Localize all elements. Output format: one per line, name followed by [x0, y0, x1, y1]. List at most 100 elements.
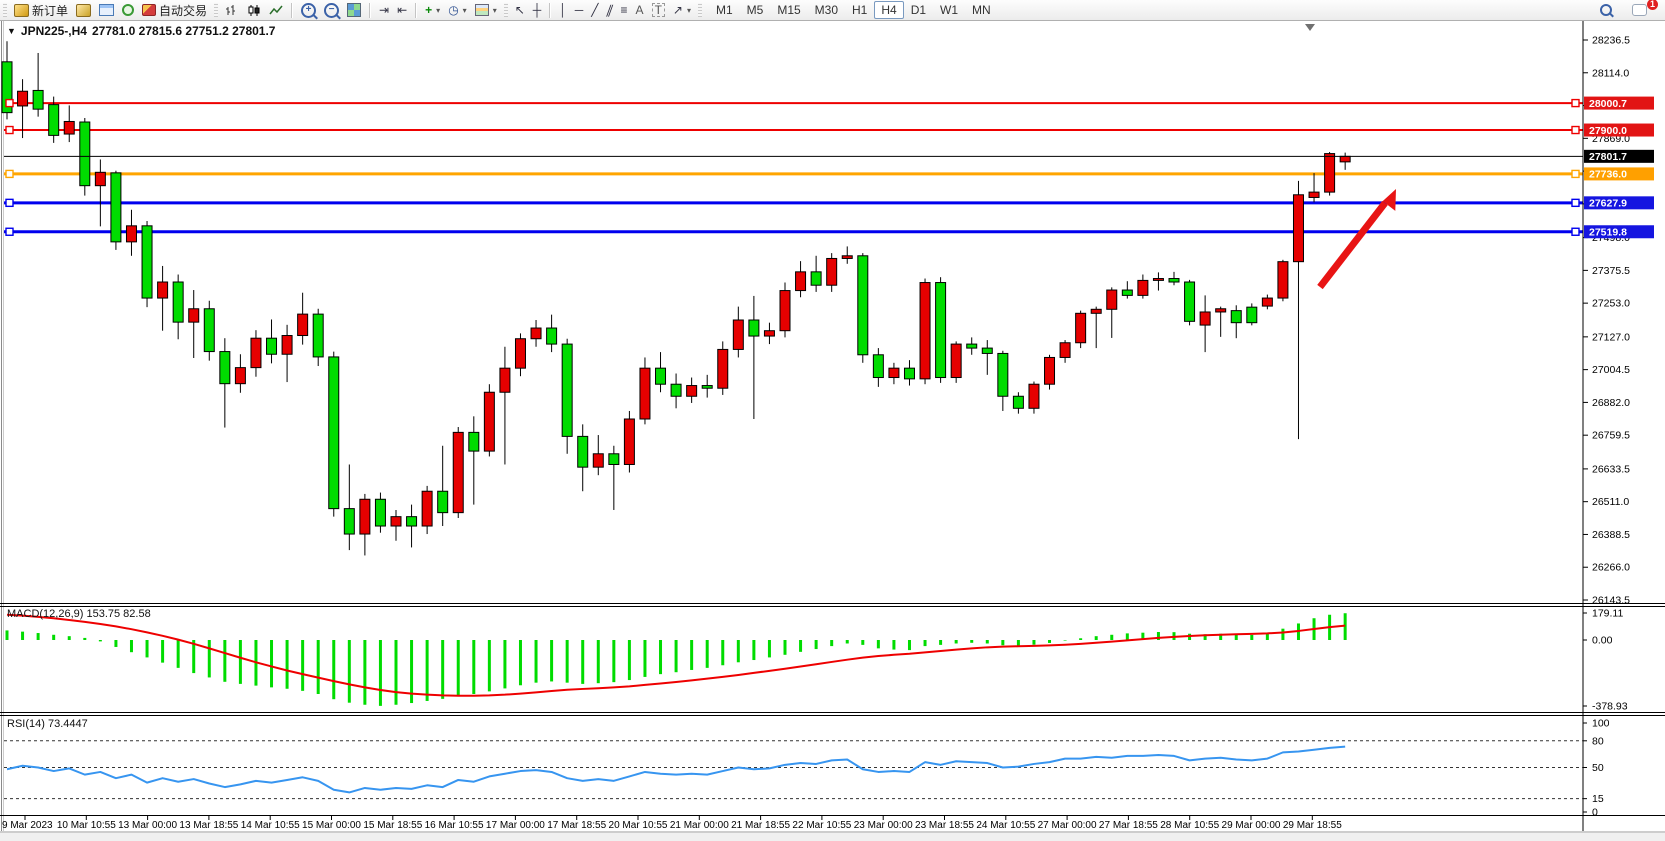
candle-body: [313, 314, 323, 357]
crosshair-icon: ┼: [533, 4, 542, 16]
timeframe-m30-button[interactable]: M30: [808, 1, 845, 19]
candle-body: [936, 283, 946, 378]
navigator-button[interactable]: [118, 3, 138, 17]
line-handle[interactable]: [6, 127, 13, 134]
line-handle[interactable]: [6, 170, 13, 177]
templates-button[interactable]: ▾: [471, 3, 501, 17]
timeframe-d1-button[interactable]: D1: [904, 1, 933, 19]
line-handle[interactable]: [1572, 100, 1579, 107]
fibonacci-button[interactable]: ≡: [617, 3, 632, 17]
line-handle[interactable]: [1572, 170, 1579, 177]
charts-window-button[interactable]: [95, 3, 118, 17]
arrows-button[interactable]: ↗ ▾: [669, 3, 695, 17]
candlestick-chart-button[interactable]: [243, 3, 265, 18]
candle-body: [329, 357, 339, 509]
navigator-icon: [122, 4, 134, 16]
chart-shift-button[interactable]: ⇤: [393, 3, 411, 17]
toolbar-separator: [549, 3, 551, 18]
timeframe-h4-button[interactable]: H4: [874, 1, 903, 19]
candle-body: [407, 517, 417, 526]
price-tick-label: 26143.5: [1592, 595, 1630, 607]
candle-body: [1262, 298, 1272, 306]
candle-body: [873, 355, 883, 378]
zoom-in-button[interactable]: +: [297, 2, 320, 19]
text-label-button[interactable]: T: [648, 2, 669, 18]
equidistant-channel-button[interactable]: ∥: [603, 3, 617, 17]
timeframe-m1-button[interactable]: M1: [709, 1, 740, 19]
vertical-line-icon: │: [559, 4, 567, 16]
toolbar-grip[interactable]: [214, 3, 218, 17]
toolbar-grip[interactable]: [504, 3, 508, 17]
price-badge-label: 27519.8: [1589, 227, 1627, 239]
symbol-period-label: JPN225-,H4: [21, 24, 87, 38]
time-tick-label: 15 Mar 00:00: [302, 820, 361, 831]
toolbar-grip[interactable]: [3, 3, 7, 17]
toolbar-separator: [415, 3, 417, 18]
vertical-line-button[interactable]: │: [555, 3, 571, 17]
auto-trading-button[interactable]: 自动交易: [138, 1, 211, 20]
macd-tick-label: -378.93: [1592, 700, 1628, 712]
cursor-button[interactable]: ↖: [511, 3, 529, 17]
chart-shift-icon: ⇤: [397, 4, 407, 16]
line-handle[interactable]: [6, 199, 13, 206]
timeframe-m5-button[interactable]: M5: [740, 1, 771, 19]
timeframe-w1-button[interactable]: W1: [933, 1, 965, 19]
search-button[interactable]: [1596, 3, 1616, 17]
candle-body: [80, 122, 90, 186]
auto-scroll-button[interactable]: ⇥: [375, 3, 393, 17]
zoom-out-button[interactable]: −: [320, 2, 343, 19]
candle-body: [189, 309, 199, 322]
timeframe-mn-button[interactable]: MN: [965, 1, 998, 19]
line-chart-button[interactable]: [265, 3, 287, 18]
line-handle[interactable]: [1572, 199, 1579, 206]
timeframe-h1-button[interactable]: H1: [845, 1, 874, 19]
new-order-button[interactable]: 新订单: [10, 1, 72, 20]
candle-body: [1029, 384, 1039, 408]
candle-body: [422, 491, 432, 526]
candle-body: [484, 392, 494, 451]
crosshair-button[interactable]: ┼: [529, 3, 546, 17]
chart-profiles-button[interactable]: [72, 3, 95, 18]
tile-windows-button[interactable]: [343, 2, 365, 18]
cursor-icon: ↖: [515, 4, 525, 16]
timeframe-buttons: M1M5M15M30H1H4D1W1MN: [709, 1, 998, 19]
time-tick-label: 27 Mar 18:55: [1099, 820, 1158, 831]
candle-body: [142, 226, 152, 298]
text-label-icon: T: [652, 3, 665, 17]
horizontal-line-button[interactable]: ─: [571, 3, 588, 17]
plus-glyph: +: [306, 5, 312, 15]
price-tick-label: 27253.0: [1592, 298, 1630, 310]
notification-badge: 1: [1647, 0, 1658, 10]
candle-body: [827, 258, 837, 285]
timeframe-m15-button[interactable]: M15: [770, 1, 807, 19]
new-order-icon: [14, 4, 29, 17]
candle-body: [1138, 280, 1148, 295]
candle-body: [764, 331, 774, 336]
periods-button[interactable]: ◷ ▾: [444, 3, 471, 17]
candle-body: [718, 349, 728, 388]
trendline-button[interactable]: ╱: [587, 3, 602, 17]
price-badge-label: 27736.0: [1589, 169, 1627, 181]
candle-body: [998, 353, 1008, 396]
rsi-tick-label: 50: [1592, 762, 1604, 774]
line-handle[interactable]: [6, 228, 13, 235]
bar-chart-button[interactable]: [221, 3, 243, 18]
line-handle[interactable]: [1572, 228, 1579, 235]
line-handle[interactable]: [1572, 127, 1579, 134]
monitor-icon: [99, 4, 114, 16]
time-tick-label: 14 Mar 10:55: [241, 820, 300, 831]
collapse-objects-icon[interactable]: ▼: [7, 26, 16, 36]
price-tick-label: 27127.0: [1592, 331, 1630, 343]
line-handle[interactable]: [6, 100, 13, 107]
chart-area[interactable]: 28236.528114.027991.527869.027746.527624…: [0, 21, 1665, 841]
indicators-button[interactable]: + ▾: [421, 3, 444, 17]
toolbar-grip[interactable]: [698, 3, 702, 17]
price-badge-label: 28000.7: [1589, 98, 1627, 110]
candle-body: [469, 432, 479, 451]
price-tick-label: 26882.0: [1592, 397, 1630, 409]
text-button[interactable]: A: [632, 3, 648, 17]
auto-scroll-icon: ⇥: [379, 4, 389, 16]
notifications-button[interactable]: 1: [1628, 3, 1651, 17]
candle-body: [1045, 357, 1055, 384]
candle-body: [982, 348, 992, 353]
